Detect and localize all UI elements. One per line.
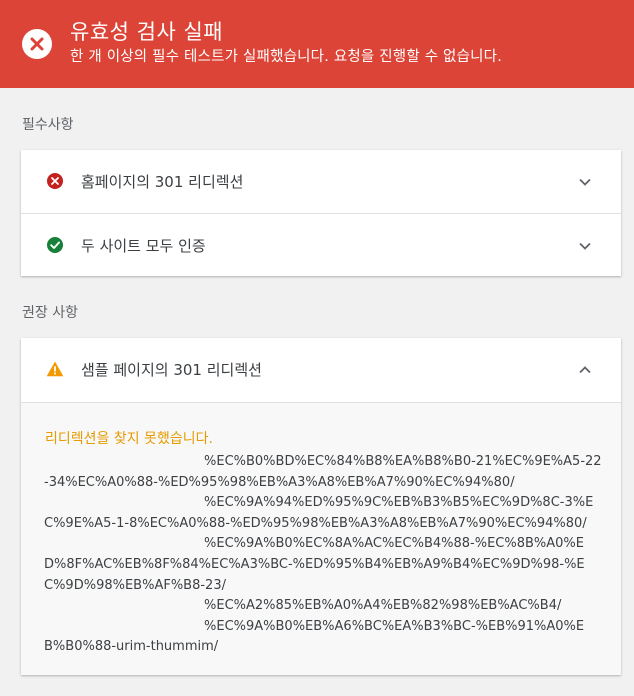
recommended-item-redirect-sample[interactable]: 샘플 페이지의 301 리디렉션 [21, 338, 621, 401]
recommended-section-label: 권장 사항 [22, 305, 78, 321]
list-item: %EC%A2%85%EB%A0%A4%EB%82%98%EB%AC%B4/ [44, 596, 604, 617]
list-item: %EC%9A%94%ED%95%9C%EB%B3%B5%EC%9D%8C-3%E… [44, 493, 604, 534]
required-card: 홈페이지의 301 리디렉션 두 사이트 모두 인증 [21, 150, 621, 276]
redacted-text [44, 596, 204, 613]
required-item-redirect-home[interactable]: 홈페이지의 301 리디렉션 [21, 150, 621, 213]
chevron-down-icon[interactable] [576, 237, 594, 255]
chevron-up-icon[interactable] [576, 361, 594, 379]
banner-title: 유효성 검사 실패 [70, 20, 224, 44]
list-item: %EC%9A%B0%EB%A6%BC%EA%B3%BC-%EB%91%A0%EB… [44, 616, 604, 658]
required-item-label: 홈페이지의 301 리디렉션 [81, 173, 244, 191]
required-section-label: 필수사항 [22, 117, 74, 133]
recommended-item-details: 리디렉션을 찾지 못했습니다. %EC%B0%BD%EC%84%B8%EA%B8… [21, 402, 621, 675]
recommended-item-label: 샘플 페이지의 301 리디렉션 [81, 361, 262, 379]
error-circle-icon [22, 29, 52, 59]
redacted-text [44, 534, 204, 551]
redacted-text [44, 452, 204, 468]
recommended-card: 샘플 페이지의 301 리디렉션 리디렉션을 찾지 못했습니다. %EC%B0%… [21, 338, 621, 675]
redirect-not-found-message: 리디렉션을 찾지 못했습니다. [45, 431, 213, 447]
chevron-down-icon[interactable] [576, 173, 594, 191]
list-item: %EC%B0%BD%EC%84%B8%EA%B8%B0-21%EC%9E%A5-… [44, 452, 604, 493]
error-icon [47, 173, 63, 189]
required-item-label: 두 사이트 모두 인증 [81, 237, 206, 255]
warning-icon [46, 361, 64, 377]
redacted-text [44, 493, 204, 510]
banner-subtitle: 한 개 이상의 필수 테스트가 실패했습니다. 요청을 진행할 수 없습니다. [70, 49, 503, 65]
list-item: %EC%9A%B0%EC%8A%AC%EC%B4%88-%EC%8B%A0%ED… [44, 534, 604, 596]
redacted-text [44, 616, 204, 633]
error-banner: 유효성 검사 실패 한 개 이상의 필수 테스트가 실패했습니다. 요청을 진행… [0, 0, 634, 88]
url-text: %EC%A2%85%EB%A0%A4%EB%82%98%EB%AC%B4/ [204, 598, 562, 614]
required-item-verify-sites[interactable]: 두 사이트 모두 인증 [21, 213, 621, 276]
check-icon [47, 237, 63, 253]
url-list: %EC%B0%BD%EC%84%B8%EA%B8%B0-21%EC%9E%A5-… [44, 452, 604, 658]
